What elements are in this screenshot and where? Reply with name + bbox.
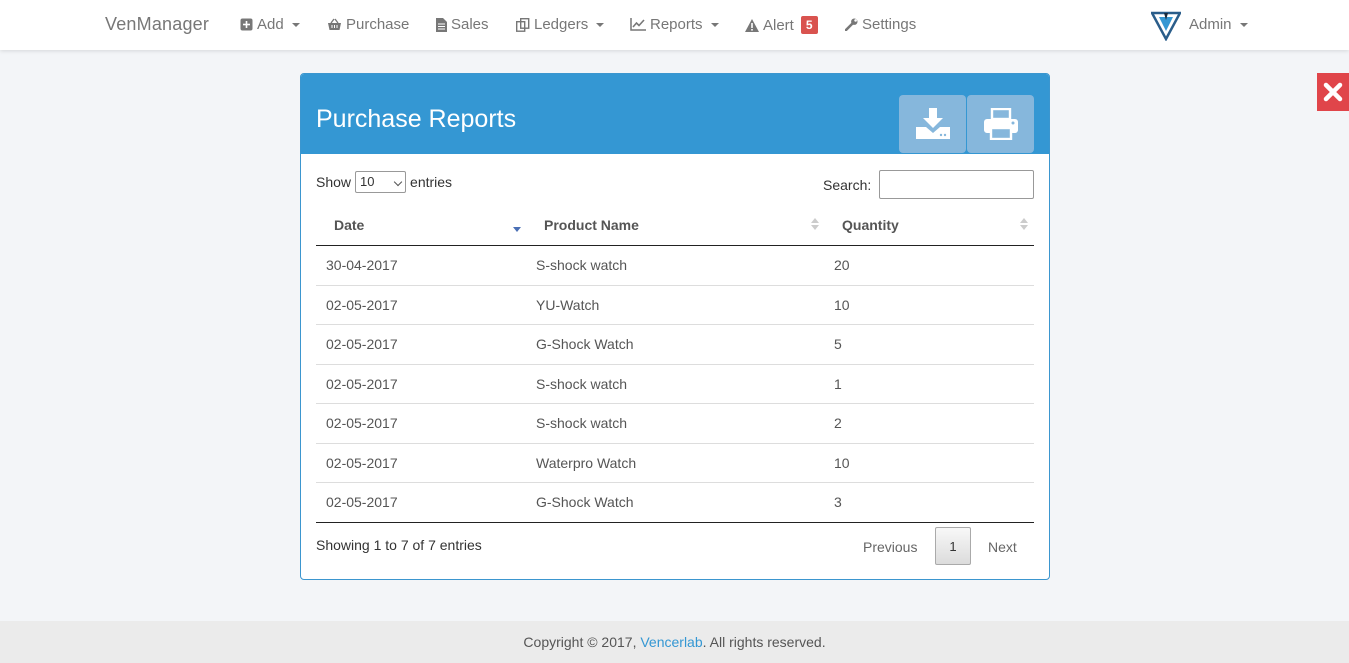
- cell-quantity: 2: [834, 415, 842, 431]
- table-row: 30-04-2017 S-shock watch 20: [316, 246, 1034, 286]
- download-icon: [915, 108, 950, 139]
- nav-add[interactable]: Add: [240, 16, 300, 33]
- pagination-next[interactable]: Next: [988, 539, 1017, 555]
- cell-date: 02-05-2017: [326, 494, 398, 510]
- entries-length-control: Show 10 entries: [316, 171, 452, 193]
- cell-product-name: Waterpro Watch: [536, 454, 637, 471]
- chevron-down-icon: [1239, 22, 1248, 27]
- nav-ledgers[interactable]: Ledgers: [516, 16, 605, 33]
- nav-ledgers-label: Ledgers: [534, 16, 589, 33]
- table-row: 02-05-2017 S-shock watch 1: [316, 365, 1034, 404]
- pagination-previous[interactable]: Previous: [863, 539, 917, 555]
- table-row: 02-05-2017 S-shock watch 2: [316, 404, 1034, 444]
- search-label: Search:: [823, 177, 872, 193]
- entries-per-page-value: 10: [360, 174, 375, 189]
- nav-purchase[interactable]: Purchase: [327, 16, 409, 33]
- cell-product-name: S-shock watch: [536, 375, 628, 392]
- cell-product-name: S-shock watch: [536, 257, 628, 273]
- table-row: 02-05-2017 YU-Watch 10: [316, 286, 1034, 325]
- cell-product-name: G-Shock Watch: [536, 336, 634, 352]
- footer: Copyright © 2017, Vencerlab. All rights …: [0, 621, 1349, 663]
- wrench-icon: [845, 18, 858, 31]
- column-header-date[interactable]: Date: [334, 217, 364, 233]
- table-row: 02-05-2017 G-Shock Watch 5: [316, 325, 1034, 365]
- show-label: Show: [316, 174, 352, 190]
- cell-product-name: G-Shock Watch: [536, 494, 634, 510]
- entries-label: entries: [410, 174, 453, 190]
- close-icon: [1323, 82, 1343, 102]
- purchase-reports-panel: Purchase Reports Show 10 entries Search:…: [300, 73, 1050, 580]
- cell-date: 02-05-2017: [326, 415, 398, 431]
- pagination-page-1[interactable]: 1: [935, 527, 971, 565]
- user-menu[interactable]: Admin: [1189, 16, 1248, 33]
- chevron-down-icon: [596, 22, 605, 27]
- nav-reports[interactable]: Reports: [630, 16, 719, 33]
- cell-product-name: YU-Watch: [536, 296, 600, 313]
- chevron-down-icon: [291, 22, 300, 27]
- table-header-row: Date Product Name Quantity: [316, 205, 1034, 246]
- top-navbar: VenManager Add Purchase Sales Ledgers Re…: [0, 0, 1349, 50]
- footer-vencerlab-link[interactable]: Vencerlab: [640, 634, 702, 650]
- cell-product-name: S-shock watch: [536, 415, 628, 431]
- panel-heading: Purchase Reports: [301, 74, 1049, 154]
- chevron-down-icon: [710, 22, 719, 27]
- footer-copyright-prefix: Copyright © 2017,: [523, 634, 637, 650]
- vencerlab-logo-icon: [1151, 11, 1181, 41]
- chevron-down-icon: [393, 177, 403, 187]
- table-info-text: Showing 1 to 7 of 7 entries: [316, 537, 482, 553]
- cell-quantity: 5: [834, 336, 842, 352]
- sort-both-icon[interactable]: [1019, 216, 1029, 232]
- table-row: 02-05-2017 Waterpro Watch 10: [316, 444, 1034, 483]
- cell-date: 02-05-2017: [326, 375, 398, 392]
- brand-logo-text[interactable]: VenManager: [105, 14, 209, 35]
- nav-settings-label: Settings: [862, 16, 917, 33]
- printer-icon: [983, 108, 1018, 140]
- close-button[interactable]: [1317, 73, 1349, 111]
- line-chart-icon: [630, 18, 646, 31]
- table-row: 02-05-2017 G-Shock Watch 3: [316, 483, 1034, 523]
- basket-icon: [328, 18, 341, 30]
- cell-quantity: 3: [834, 494, 842, 510]
- nav-add-label: Add: [257, 16, 284, 33]
- cell-quantity: 20: [834, 257, 850, 273]
- nav-sales-label: Sales: [451, 16, 489, 33]
- print-button[interactable]: [967, 95, 1034, 153]
- purchase-reports-table: Date Product Name Quantity 30-04-2017 S-…: [316, 205, 1034, 523]
- sort-desc-icon[interactable]: [512, 221, 522, 233]
- nav-purchase-label: Purchase: [346, 16, 410, 33]
- footer-copyright-suffix: . All rights reserved.: [702, 634, 826, 650]
- plus-square-icon: [240, 18, 253, 31]
- nav-sales[interactable]: Sales: [436, 16, 489, 33]
- download-button[interactable]: [899, 95, 966, 153]
- copy-icon: [516, 17, 530, 32]
- user-name: Admin: [1189, 16, 1232, 33]
- cell-date: 02-05-2017: [326, 336, 398, 352]
- page-title: Purchase Reports: [316, 105, 517, 133]
- column-header-product-name[interactable]: Product Name: [544, 217, 639, 233]
- cell-quantity: 10: [834, 296, 850, 313]
- cell-date: 02-05-2017: [326, 454, 398, 471]
- file-text-icon: [436, 17, 447, 32]
- column-header-quantity[interactable]: Quantity: [842, 217, 899, 233]
- warning-icon: [745, 18, 759, 32]
- nav-alert[interactable]: Alert 5: [745, 16, 818, 34]
- cell-quantity: 10: [834, 454, 850, 471]
- nav-alert-label: Alert: [763, 16, 794, 34]
- alert-count-badge: 5: [800, 16, 818, 34]
- nav-settings[interactable]: Settings: [845, 16, 916, 33]
- search-input[interactable]: [879, 170, 1034, 199]
- cell-date: 30-04-2017: [326, 257, 398, 273]
- cell-quantity: 1: [834, 375, 842, 392]
- nav-reports-label: Reports: [650, 16, 703, 33]
- cell-date: 02-05-2017: [326, 296, 398, 313]
- entries-per-page-select[interactable]: 10: [355, 171, 407, 193]
- sort-both-icon[interactable]: [810, 216, 820, 232]
